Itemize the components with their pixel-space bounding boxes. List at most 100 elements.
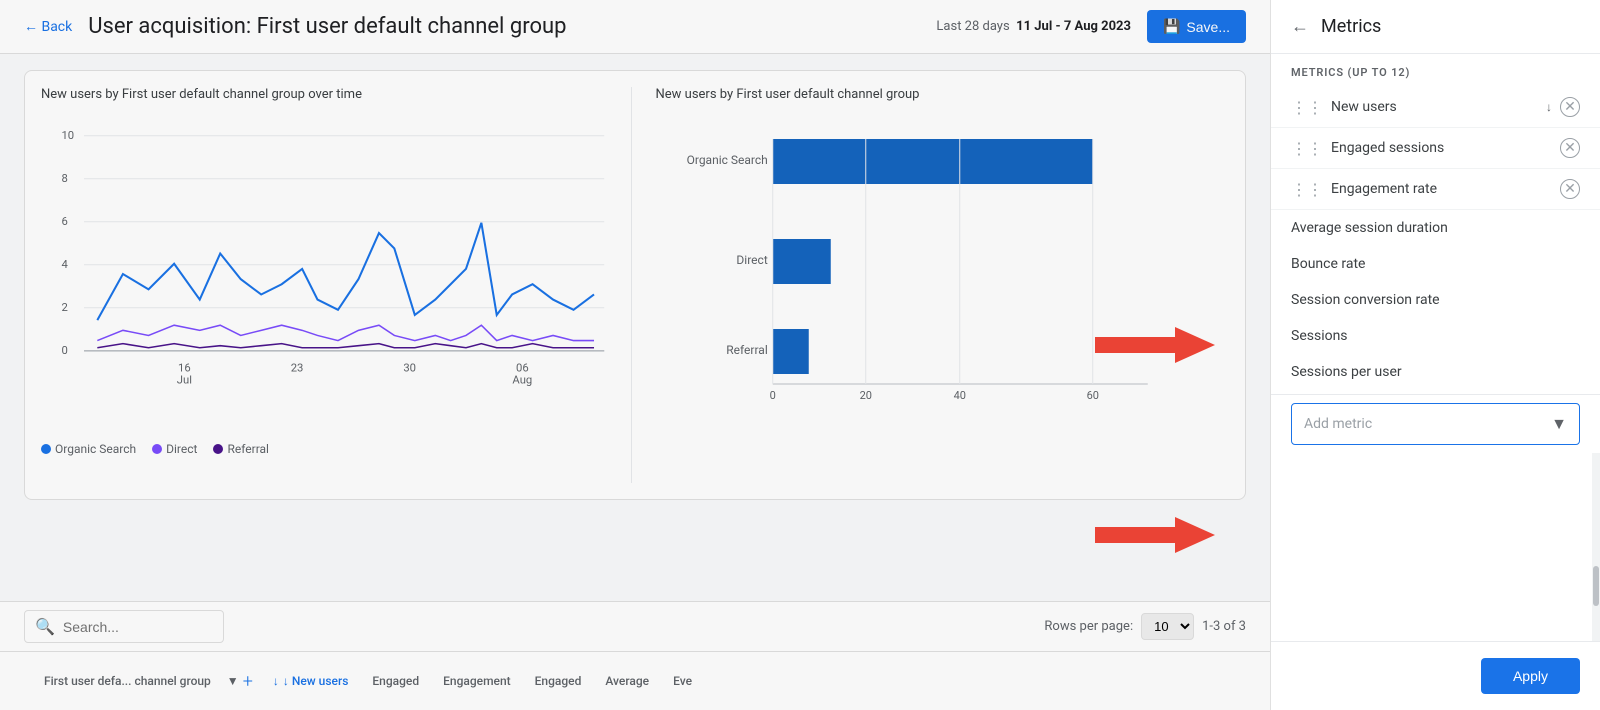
metric-list-item-session-conversion[interactable]: Session conversion rate — [1271, 282, 1600, 318]
bottom-bar: 🔍 Rows per page: 10 25 50 1-3 of 3 — [0, 601, 1270, 651]
sort-indicator-new-users: ↓ — [1546, 100, 1552, 114]
metric-name-engagement-rate: Engagement rate — [1331, 181, 1552, 197]
svg-text:6: 6 — [61, 215, 67, 228]
svg-text:Jul: Jul — [177, 374, 192, 387]
apply-button[interactable]: Apply — [1481, 658, 1580, 694]
bar-chart-section: New users by First user default channel … — [632, 87, 1230, 483]
remove-engagement-rate-button[interactable]: ✕ — [1560, 179, 1580, 199]
save-button[interactable]: 💾 Save... — [1147, 10, 1246, 43]
col-header-engaged: Engaged — [360, 666, 431, 696]
metric-name-new-users: New users — [1331, 99, 1538, 115]
svg-text:20: 20 — [859, 389, 871, 402]
scrollbar-track — [1592, 453, 1600, 641]
svg-text:4: 4 — [61, 258, 68, 271]
metric-label-bounce-rate: Bounce rate — [1291, 256, 1365, 272]
remove-engaged-sessions-button[interactable]: ✕ — [1560, 138, 1580, 158]
metric-label-sessions-per-user: Sessions per user — [1291, 364, 1402, 380]
legend-item-referral: Referral — [213, 442, 269, 456]
svg-text:23: 23 — [291, 361, 304, 374]
scrollbar-thumb[interactable] — [1593, 566, 1599, 606]
col-header-new-users: ↓ ↓ New users — [261, 666, 361, 696]
rows-per-page-label: Rows per page: — [1044, 619, 1133, 634]
search-icon: 🔍 — [35, 617, 55, 636]
legend-item-organic: Organic Search — [41, 442, 136, 456]
remove-new-users-button[interactable]: ✕ — [1560, 97, 1580, 117]
date-range: Last 28 days 11 Jul - 7 Aug 2023 — [936, 19, 1131, 34]
svg-text:60: 60 — [1086, 389, 1098, 402]
svg-text:40: 40 — [953, 389, 965, 402]
line-chart-area: 10 8 6 4 2 0 — [41, 114, 615, 434]
metric-label-avg-session: Average session duration — [1291, 220, 1448, 236]
pagination-info: 1-3 of 3 — [1202, 619, 1246, 634]
page-title: User acquisition: First user default cha… — [88, 14, 920, 39]
add-col-button[interactable]: + — [243, 671, 253, 692]
metric-list-item-bounce-rate[interactable]: Bounce rate — [1271, 246, 1600, 282]
metric-list-item-avg-session[interactable]: Average session duration — [1271, 210, 1600, 246]
sidebar-title: Metrics — [1321, 16, 1381, 37]
sidebar-footer: Apply — [1271, 641, 1600, 710]
bar-chart-title: New users by First user default channel … — [656, 87, 1230, 102]
add-metric-select[interactable]: Add metric ▼ — [1291, 403, 1580, 445]
legend-label-organic: Organic Search — [55, 442, 136, 456]
svg-text:16: 16 — [178, 361, 191, 374]
add-metric-placeholder: Add metric — [1304, 416, 1372, 432]
svg-text:0: 0 — [769, 389, 775, 402]
search-input[interactable] — [63, 619, 213, 635]
content-area: New users by First user default channel … — [0, 54, 1270, 601]
add-metric-row: Add metric ▼ — [1271, 394, 1600, 453]
legend-label-referral: Referral — [227, 442, 269, 456]
metric-list-item-sessions[interactable]: Sessions — [1271, 318, 1600, 354]
legend-dot-direct — [152, 444, 162, 454]
svg-text:Direct: Direct — [736, 253, 767, 267]
drag-handle-icon-2[interactable]: ⋮⋮ — [1291, 139, 1323, 158]
back-button[interactable]: ← Back — [24, 18, 72, 35]
chart-legend: Organic Search Direct Referral — [41, 442, 615, 456]
chart-container: New users by First user default channel … — [24, 70, 1246, 500]
svg-text:Organic Search: Organic Search — [686, 153, 767, 167]
col-header-group: First user defa... channel group — [32, 666, 223, 696]
svg-text:Referral: Referral — [726, 343, 768, 357]
metric-item-engaged-sessions: ⋮⋮ Engaged sessions ✕ — [1271, 128, 1600, 169]
svg-text:2: 2 — [61, 301, 67, 314]
table-footer: First user defa... channel group ▼ + ↓ ↓… — [0, 651, 1270, 710]
line-chart-svg: 10 8 6 4 2 0 — [41, 114, 615, 434]
svg-text:10: 10 — [61, 129, 74, 142]
col-header-engaged2: Engaged — [523, 666, 594, 696]
sidebar-header: ← Metrics — [1271, 0, 1600, 54]
metric-label-session-conversion: Session conversion rate — [1291, 292, 1440, 308]
svg-text:06: 06 — [516, 361, 529, 374]
sidebar-back-button[interactable]: ← — [1291, 16, 1309, 37]
main-content: ← Back User acquisition: First user defa… — [0, 0, 1270, 710]
line-chart-section: New users by First user default channel … — [41, 87, 632, 483]
metric-label-sessions: Sessions — [1291, 328, 1348, 344]
line-chart-title: New users by First user default channel … — [41, 87, 615, 102]
legend-dot-organic — [41, 444, 51, 454]
col-header-eve: Eve — [661, 666, 704, 696]
svg-text:30: 30 — [403, 361, 416, 374]
col-header-average: Average — [593, 666, 661, 696]
bar-chart-svg: Organic Search Direct Referral 0 20 40 6… — [656, 114, 1230, 414]
save-icon: 💾 — [1163, 18, 1180, 35]
metric-name-engaged-sessions: Engaged sessions — [1331, 140, 1552, 156]
sidebar: ← Metrics METRICS (UP TO 12) ⋮⋮ New user… — [1270, 0, 1600, 710]
svg-text:0: 0 — [61, 344, 67, 357]
rows-per-page-select[interactable]: 10 25 50 — [1141, 613, 1194, 640]
col-sort-icon: ▼ — [227, 674, 239, 688]
legend-dot-referral — [213, 444, 223, 454]
metrics-section-label: METRICS (UP TO 12) — [1271, 54, 1600, 87]
rows-per-page: Rows per page: 10 25 50 1-3 of 3 — [1044, 613, 1246, 640]
dropdown-arrow-icon: ▼ — [1551, 414, 1567, 434]
metric-list-item-sessions-per-user[interactable]: Sessions per user — [1271, 354, 1600, 390]
top-bar: ← Back User acquisition: First user defa… — [0, 0, 1270, 54]
col-header-engagement: Engagement — [431, 666, 523, 696]
svg-text:8: 8 — [61, 172, 67, 185]
drag-handle-icon[interactable]: ⋮⋮ — [1291, 98, 1323, 117]
legend-label-direct: Direct — [166, 442, 197, 456]
search-box[interactable]: 🔍 — [24, 610, 224, 643]
legend-item-direct: Direct — [152, 442, 197, 456]
drag-handle-icon-3[interactable]: ⋮⋮ — [1291, 180, 1323, 199]
sort-arrow-icon: ↓ — [273, 674, 279, 688]
svg-text:Aug: Aug — [512, 374, 532, 387]
metric-item-new-users: ⋮⋮ New users ↓ ✕ — [1271, 87, 1600, 128]
metric-item-engagement-rate: ⋮⋮ Engagement rate ✕ — [1271, 169, 1600, 210]
